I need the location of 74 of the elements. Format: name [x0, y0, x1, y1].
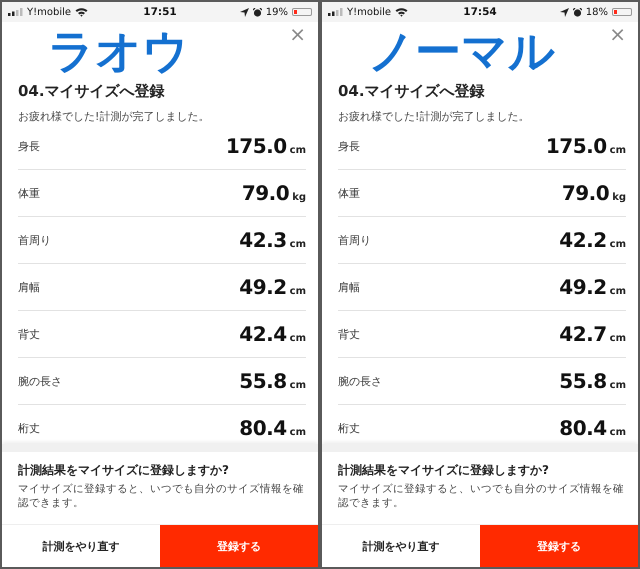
measurement-label: 肩幅	[18, 280, 40, 294]
measurement-value: 42.3	[239, 228, 287, 252]
measurement-label: 背丈	[18, 326, 40, 342]
wifi-icon	[75, 7, 88, 17]
alarm-clock-icon	[572, 8, 582, 16]
measurement-value: 49.2	[559, 275, 607, 299]
measurement-value: 49.2	[239, 275, 287, 299]
measurement-value: 175.0	[226, 134, 287, 158]
measurement-value: 55.8	[559, 369, 607, 393]
alarm-clock-icon	[252, 8, 262, 16]
measurement-value: 42.7	[559, 322, 607, 346]
measurement-value: 42.2	[559, 228, 607, 252]
subtitle-text: お疲れ様でした!計測が完了しました。	[338, 109, 530, 124]
measurement-label: 身長	[338, 138, 360, 154]
measurement-value: 42.4	[239, 322, 287, 346]
measurement-label: 体重	[338, 186, 360, 200]
subtitle-text: お疲れ様でした!計測が完了しました。	[18, 109, 210, 124]
battery-icon	[292, 8, 312, 16]
measurement-unit: kg	[292, 192, 306, 203]
measurement-value: 79.0	[242, 181, 290, 205]
signal-icon	[8, 8, 23, 16]
register-button[interactable]: 登録する	[480, 525, 638, 567]
carrier-name: Y!mobile	[27, 6, 72, 18]
measurement-label: 腕の長さ	[18, 374, 62, 388]
measurement-unit: kg	[612, 192, 626, 203]
measurement-value: 55.8	[239, 369, 287, 393]
register-button[interactable]: 登録する	[160, 525, 318, 567]
measurement-unit: cm	[610, 286, 626, 297]
measurement-label: 首周り	[338, 232, 371, 248]
description-text: マイサイズに登録すると、いつでも自分のサイズ情報を確認できます。	[18, 482, 305, 510]
close-button[interactable]: ×	[609, 24, 626, 44]
page-title: 04.マイサイズへ登録	[18, 82, 166, 101]
measurement-label: 体重	[18, 186, 40, 200]
handwritten-annotation: ノーマル	[368, 28, 555, 74]
measurement-value: 80.4	[239, 416, 287, 440]
measurement-label: 背丈	[338, 326, 360, 342]
carrier-name: Y!mobile	[347, 6, 392, 18]
question-text: 計測結果をマイサイズに登録しますか?	[18, 462, 230, 479]
measurement-unit: cm	[290, 333, 306, 344]
measurement-value: 175.0	[546, 134, 607, 158]
measurement-unit: cm	[290, 145, 306, 156]
signal-icon	[328, 8, 343, 16]
wifi-icon	[395, 7, 408, 17]
measurement-label: 身長	[18, 138, 40, 154]
measurement-unit: cm	[290, 427, 306, 438]
measurement-label: 桁丈	[18, 420, 40, 436]
remeasure-button[interactable]: 計測をやり直す	[322, 525, 480, 567]
location-arrow-icon	[240, 8, 249, 16]
battery-icon	[612, 8, 632, 16]
measurement-unit: cm	[290, 286, 306, 297]
measurement-unit: cm	[290, 239, 306, 250]
measurement-unit: cm	[610, 239, 626, 250]
measurement-label: 桁丈	[338, 420, 360, 436]
measurement-label: 首周り	[18, 232, 51, 248]
remeasure-button[interactable]: 計測をやり直す	[2, 525, 160, 567]
description-text: マイサイズに登録すると、いつでも自分のサイズ情報を確認できます。	[338, 482, 625, 510]
measurement-value: 80.4	[559, 416, 607, 440]
handwritten-annotation: ラオウ	[48, 28, 189, 74]
clock-time: 17:54	[463, 6, 497, 18]
measurement-unit: cm	[610, 145, 626, 156]
page-title: 04.マイサイズへ登録	[338, 82, 486, 101]
question-text: 計測結果をマイサイズに登録しますか?	[338, 462, 550, 479]
measurement-unit: cm	[610, 427, 626, 438]
battery-percent: 18%	[586, 6, 608, 18]
measurement-label: 腕の長さ	[338, 374, 382, 388]
location-arrow-icon	[560, 8, 569, 16]
battery-percent: 19%	[266, 6, 288, 18]
close-button[interactable]: ×	[289, 24, 306, 44]
measurement-unit: cm	[610, 380, 626, 391]
measurement-label: 肩幅	[338, 280, 360, 294]
measurement-unit: cm	[290, 380, 306, 391]
measurement-value: 79.0	[562, 181, 610, 205]
clock-time: 17:51	[143, 6, 177, 18]
measurement-unit: cm	[610, 333, 626, 344]
